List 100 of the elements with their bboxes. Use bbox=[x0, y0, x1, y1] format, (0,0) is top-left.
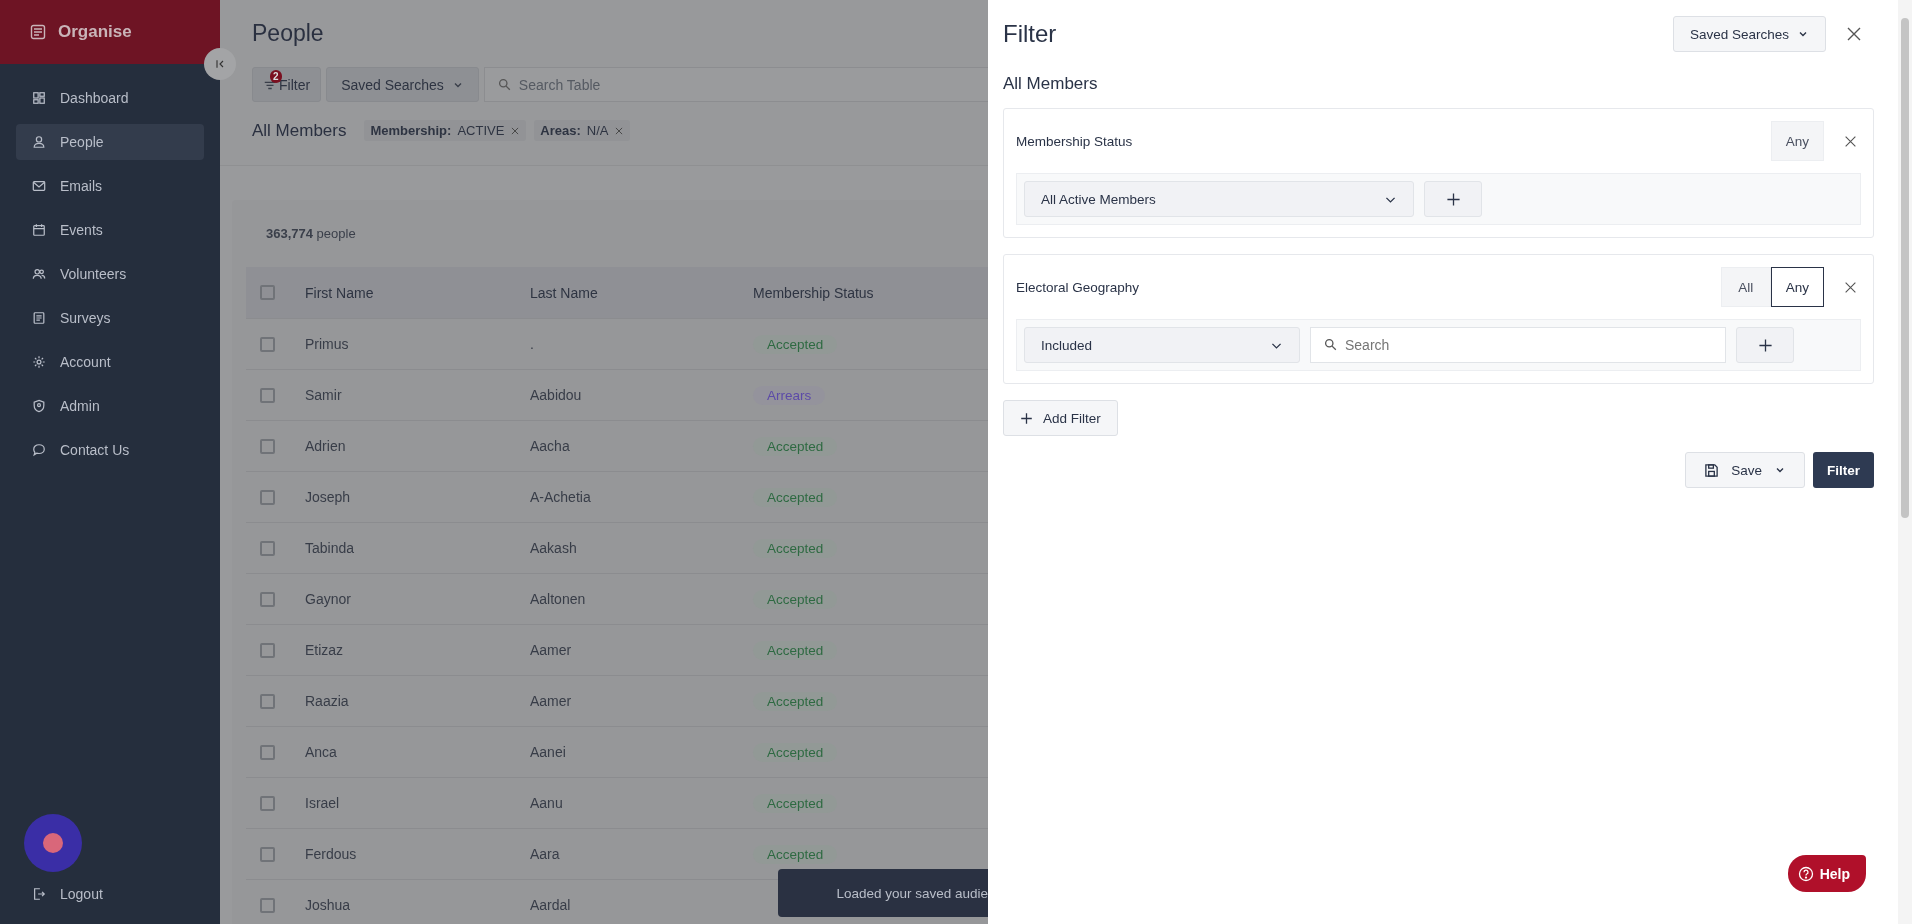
nav-item[interactable]: Dashboard bbox=[16, 80, 204, 116]
checkbox[interactable] bbox=[260, 795, 275, 811]
match-toggle[interactable]: Any bbox=[1770, 121, 1824, 161]
nav-item[interactable]: Account bbox=[16, 344, 204, 380]
table-cell-text: Tabinda bbox=[305, 540, 356, 556]
table-cell-text: Raazia bbox=[305, 693, 350, 709]
add-button[interactable] bbox=[1736, 327, 1794, 363]
table-cell-text: Aara bbox=[530, 846, 561, 862]
status-badge: Arrears bbox=[753, 385, 826, 405]
checkbox[interactable] bbox=[260, 693, 275, 709]
logout-link[interactable]: Logout bbox=[16, 876, 204, 912]
save-button[interactable]: Save bbox=[1685, 452, 1805, 488]
nav-item[interactable]: Emails bbox=[16, 168, 204, 204]
table-cell-text: A-Achetia bbox=[530, 489, 592, 505]
table-cell-text: Aamer bbox=[530, 693, 573, 709]
mail-icon bbox=[32, 179, 46, 193]
nav-item[interactable]: Surveys bbox=[16, 300, 204, 336]
table-cell-text: Gaynor bbox=[305, 591, 352, 607]
table-cell-text: Primus bbox=[305, 336, 350, 352]
checkbox[interactable] bbox=[260, 387, 275, 403]
filter-chip[interactable]: Areas: N/A bbox=[534, 120, 631, 141]
checkbox[interactable] bbox=[260, 540, 275, 556]
status-badge: Accepted bbox=[753, 844, 838, 864]
nav-item[interactable]: People bbox=[16, 124, 204, 160]
chat-icon bbox=[32, 443, 46, 457]
plus-icon bbox=[1757, 337, 1773, 353]
checkbox[interactable] bbox=[260, 285, 275, 300]
people-icon bbox=[32, 267, 46, 281]
remove-icon[interactable] bbox=[510, 125, 521, 136]
column-header[interactable]: First Name bbox=[305, 284, 530, 301]
close-icon[interactable] bbox=[1846, 26, 1862, 42]
table-cell-text: Aaltonen bbox=[530, 591, 587, 607]
remove-icon[interactable] bbox=[614, 125, 625, 136]
group-title: Electoral Geography bbox=[1016, 279, 1141, 295]
list-icon bbox=[32, 311, 46, 325]
person-icon bbox=[32, 135, 46, 149]
checkbox[interactable] bbox=[260, 744, 275, 760]
table-cell-text: Anca bbox=[305, 744, 338, 760]
column-header[interactable]: Membership Status bbox=[753, 284, 988, 301]
close-icon[interactable] bbox=[1844, 134, 1857, 148]
dashboard-icon bbox=[32, 91, 46, 105]
filter-chip[interactable]: Membership: ACTIVE bbox=[364, 120, 527, 141]
select-dropdown[interactable]: All Active Members bbox=[1024, 181, 1414, 217]
checkbox[interactable] bbox=[260, 591, 275, 607]
match-toggle[interactable]: Any bbox=[1770, 267, 1824, 307]
add-filter-button[interactable]: Add Filter bbox=[1003, 400, 1118, 436]
column-header[interactable]: Last Name bbox=[530, 284, 753, 301]
checkbox[interactable] bbox=[260, 846, 275, 862]
audience-title: All Members bbox=[252, 120, 347, 141]
close-icon[interactable] bbox=[1844, 280, 1857, 294]
nav-item[interactable]: Admin bbox=[16, 388, 204, 424]
logo-icon bbox=[30, 24, 46, 40]
status-badge: Accepted bbox=[753, 334, 838, 354]
status-badge: Accepted bbox=[753, 589, 838, 609]
status-badge: Accepted bbox=[753, 691, 838, 711]
toast-message: Loaded your saved audie bbox=[778, 869, 988, 917]
table-cell-text: Aakash bbox=[530, 540, 578, 556]
calendar-icon bbox=[32, 223, 46, 237]
table-cell-text: Aardal bbox=[530, 897, 572, 913]
status-badge: Accepted bbox=[753, 640, 838, 660]
checkbox[interactable] bbox=[260, 336, 275, 352]
nav-item[interactable]: Contact Us bbox=[16, 432, 204, 468]
nav-item[interactable]: Events bbox=[16, 212, 204, 248]
filter-button[interactable]: Filter bbox=[1813, 452, 1874, 488]
audience-title: All Members bbox=[1003, 74, 1099, 94]
help-button[interactable]: Help bbox=[1787, 855, 1866, 892]
gear-icon bbox=[32, 355, 46, 369]
table-cell-text: Etizaz bbox=[305, 642, 345, 658]
table-cell-text: Aacha bbox=[530, 438, 571, 454]
shield-icon bbox=[32, 399, 46, 413]
checkbox[interactable] bbox=[260, 438, 275, 454]
people-count: 363,774 people bbox=[265, 226, 357, 241]
status-badge: Accepted bbox=[753, 742, 838, 762]
checkbox[interactable] bbox=[260, 489, 275, 505]
panel-title: Filter bbox=[1003, 20, 1058, 48]
table-cell-text: Ferdous bbox=[305, 846, 358, 862]
table-cell-text: . bbox=[530, 336, 535, 352]
nav-item[interactable]: Volunteers bbox=[16, 256, 204, 292]
table-cell-text: Joshua bbox=[305, 897, 352, 913]
table-cell-text: Israel bbox=[305, 795, 341, 811]
saved-searches-button[interactable]: Saved Searches bbox=[1672, 16, 1826, 52]
brand-name: Organise bbox=[58, 22, 132, 42]
add-button[interactable] bbox=[1424, 181, 1482, 217]
status-badge: Accepted bbox=[753, 793, 838, 813]
table-cell-text: Aanei bbox=[530, 744, 567, 760]
status-badge: Accepted bbox=[753, 538, 838, 558]
saved-searches-button[interactable]: Saved Searches bbox=[326, 67, 479, 102]
collapse-icon bbox=[214, 58, 226, 70]
question-icon bbox=[1797, 865, 1814, 882]
checkbox[interactable] bbox=[260, 897, 275, 913]
match-toggle[interactable]: All bbox=[1720, 267, 1771, 307]
status-badge: Accepted bbox=[753, 487, 838, 507]
search-field[interactable]: Search Table bbox=[483, 67, 988, 102]
checkbox[interactable] bbox=[260, 642, 275, 658]
table-cell-text: Aamer bbox=[530, 642, 573, 658]
page-title: People bbox=[252, 20, 325, 47]
plus-icon bbox=[1020, 411, 1033, 425]
group-title: Membership Status bbox=[1016, 133, 1134, 149]
select-dropdown[interactable]: Included bbox=[1024, 327, 1300, 363]
table-cell-text: Joseph bbox=[305, 489, 352, 505]
